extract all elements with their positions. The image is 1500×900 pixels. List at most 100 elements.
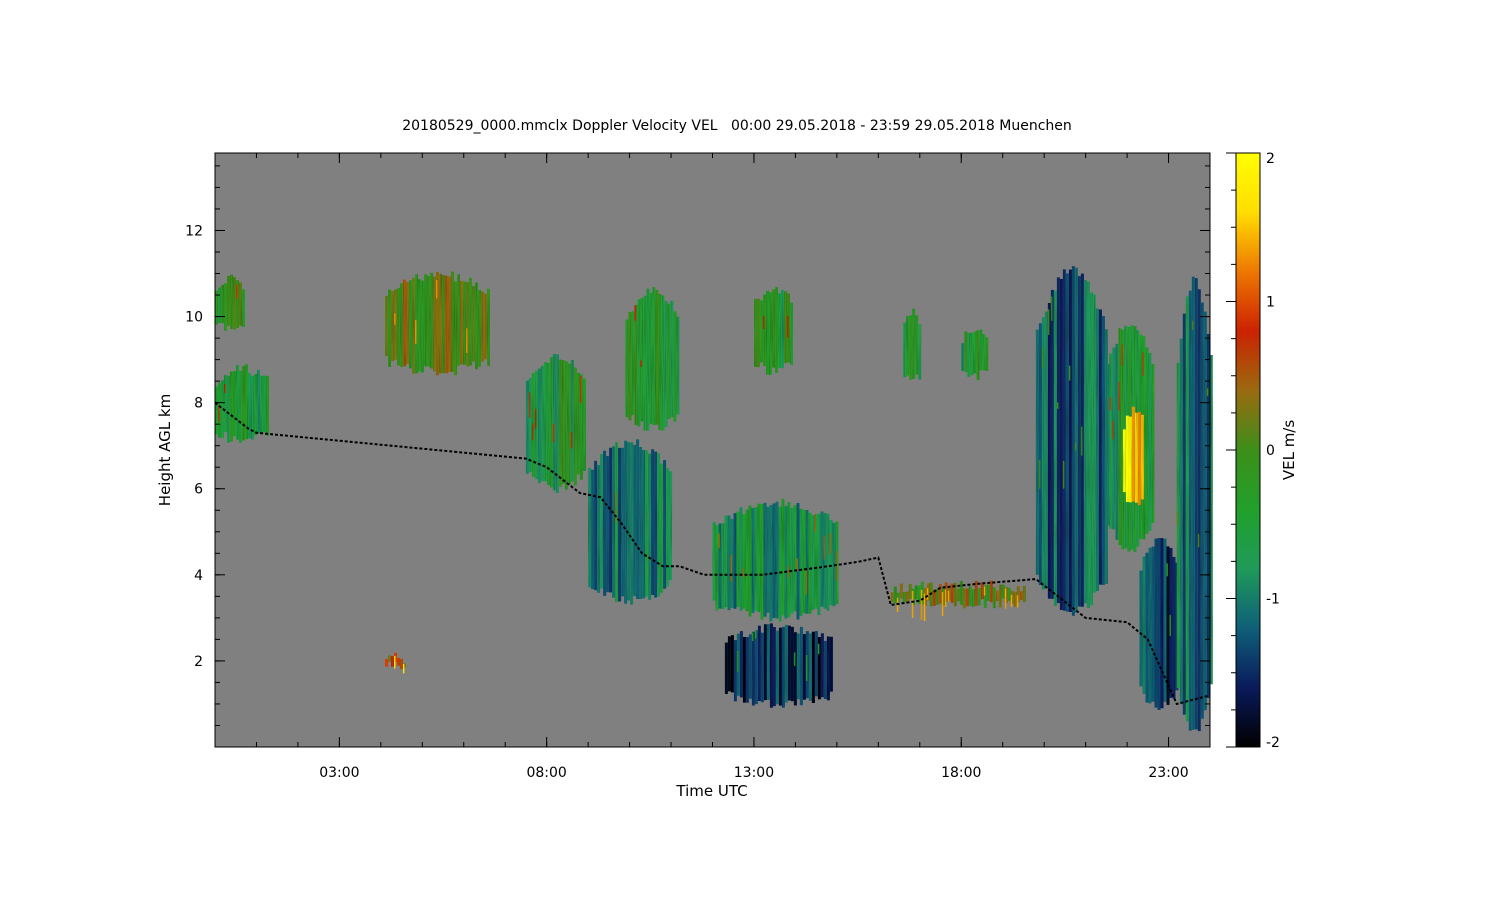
echo-column	[980, 582, 984, 600]
echo-column	[400, 283, 403, 367]
echo-column	[956, 588, 960, 602]
echo-column	[760, 300, 763, 363]
echo-column	[742, 637, 746, 703]
echo-column	[733, 513, 737, 609]
echo-column	[469, 277, 472, 366]
echo-streak	[634, 305, 636, 321]
echo-streak	[534, 408, 537, 429]
echo-streak	[1166, 563, 1168, 577]
echo-column	[615, 442, 619, 603]
echo-streak	[1191, 320, 1194, 330]
echo-column	[561, 360, 565, 484]
echo-column	[757, 625, 761, 701]
echo-column	[475, 282, 478, 370]
echo-streak	[1206, 388, 1209, 396]
echo-column	[457, 274, 460, 366]
echo-streak	[787, 565, 789, 578]
echo-column	[239, 282, 242, 326]
echo-column	[790, 507, 794, 614]
echo-column	[995, 590, 999, 602]
echo-column	[793, 632, 797, 706]
echo-column	[814, 631, 818, 697]
echo-streak	[787, 315, 789, 338]
echo-column	[1191, 276, 1195, 730]
y-tick-label: 8	[194, 396, 203, 412]
echo-column	[451, 271, 454, 372]
radar-time-height-chart: 20180529_0000.mmclx Doppler Velocity VEL…	[156, 118, 1298, 800]
echo-column	[634, 305, 638, 425]
echo-column	[763, 624, 767, 701]
echo-column	[600, 454, 604, 589]
echo-column	[724, 515, 728, 608]
echo-column	[760, 503, 764, 620]
echo-column	[805, 510, 809, 614]
echo-column	[730, 635, 734, 693]
y-tick-label: 2	[194, 654, 203, 670]
echo-streak	[911, 591, 914, 618]
echo-column	[667, 303, 671, 420]
echo-column	[666, 468, 670, 587]
echo-column	[661, 295, 665, 431]
echo-column	[790, 302, 793, 365]
echo-column	[757, 298, 760, 368]
echo-column	[445, 275, 448, 374]
echo-column	[965, 588, 969, 607]
echo-column	[1086, 281, 1090, 608]
echo-column	[466, 282, 469, 367]
echo-column	[724, 642, 728, 694]
x-tick-label: 23:00	[1148, 765, 1188, 781]
echo-column	[603, 450, 607, 596]
echo-column	[962, 588, 966, 609]
colorbar: 2 1 0 -1 -2 VEL m/s	[1226, 151, 1298, 751]
echo-streak	[923, 593, 926, 622]
echo-column	[645, 450, 649, 597]
echo-column	[484, 293, 487, 360]
echo-column	[218, 287, 221, 323]
chart-title: 20180529_0000.mmclx Doppler Velocity VEL…	[402, 118, 1072, 134]
echo-streak	[793, 652, 796, 666]
echo-column	[552, 354, 556, 491]
echo-column	[817, 513, 821, 616]
echo-column	[760, 632, 764, 703]
echo-column	[808, 633, 812, 701]
echo-streak	[224, 383, 226, 394]
echo-column	[397, 657, 400, 666]
echo-streak	[1004, 588, 1007, 609]
y-tick-label: 10	[185, 310, 203, 326]
echo-column	[654, 451, 658, 598]
echo-column	[811, 514, 815, 610]
echo-streak	[531, 423, 534, 441]
echo-column	[1038, 323, 1042, 586]
echo-column	[733, 640, 737, 702]
echo-column	[790, 626, 794, 702]
echo-column	[543, 362, 547, 482]
echo-column	[766, 290, 769, 375]
echo-column	[427, 275, 430, 367]
echo-column	[775, 501, 779, 619]
echo-column	[976, 330, 980, 381]
echo-column	[899, 583, 903, 599]
echo-column	[609, 447, 613, 593]
echo-column	[233, 371, 236, 437]
echo-streak	[1068, 365, 1071, 381]
echo-streak	[983, 586, 986, 596]
echo-column	[775, 287, 778, 373]
echo-column	[1157, 538, 1161, 710]
echo-column	[751, 631, 755, 706]
echo-streak	[823, 535, 825, 560]
echo-column	[1118, 328, 1122, 546]
echo-column	[1142, 556, 1146, 694]
echo-column	[820, 511, 824, 607]
echo-column	[266, 375, 269, 436]
echo-column	[663, 460, 667, 589]
cloud-region	[724, 623, 833, 708]
echo-column	[639, 447, 643, 599]
echo-column	[772, 503, 776, 618]
echo-streak	[805, 655, 808, 682]
echo-column	[914, 585, 918, 600]
echo-column	[796, 633, 800, 700]
echo-column	[1203, 311, 1207, 711]
echo-column	[230, 371, 233, 442]
echo-column	[769, 292, 772, 375]
echo-column	[657, 453, 661, 597]
